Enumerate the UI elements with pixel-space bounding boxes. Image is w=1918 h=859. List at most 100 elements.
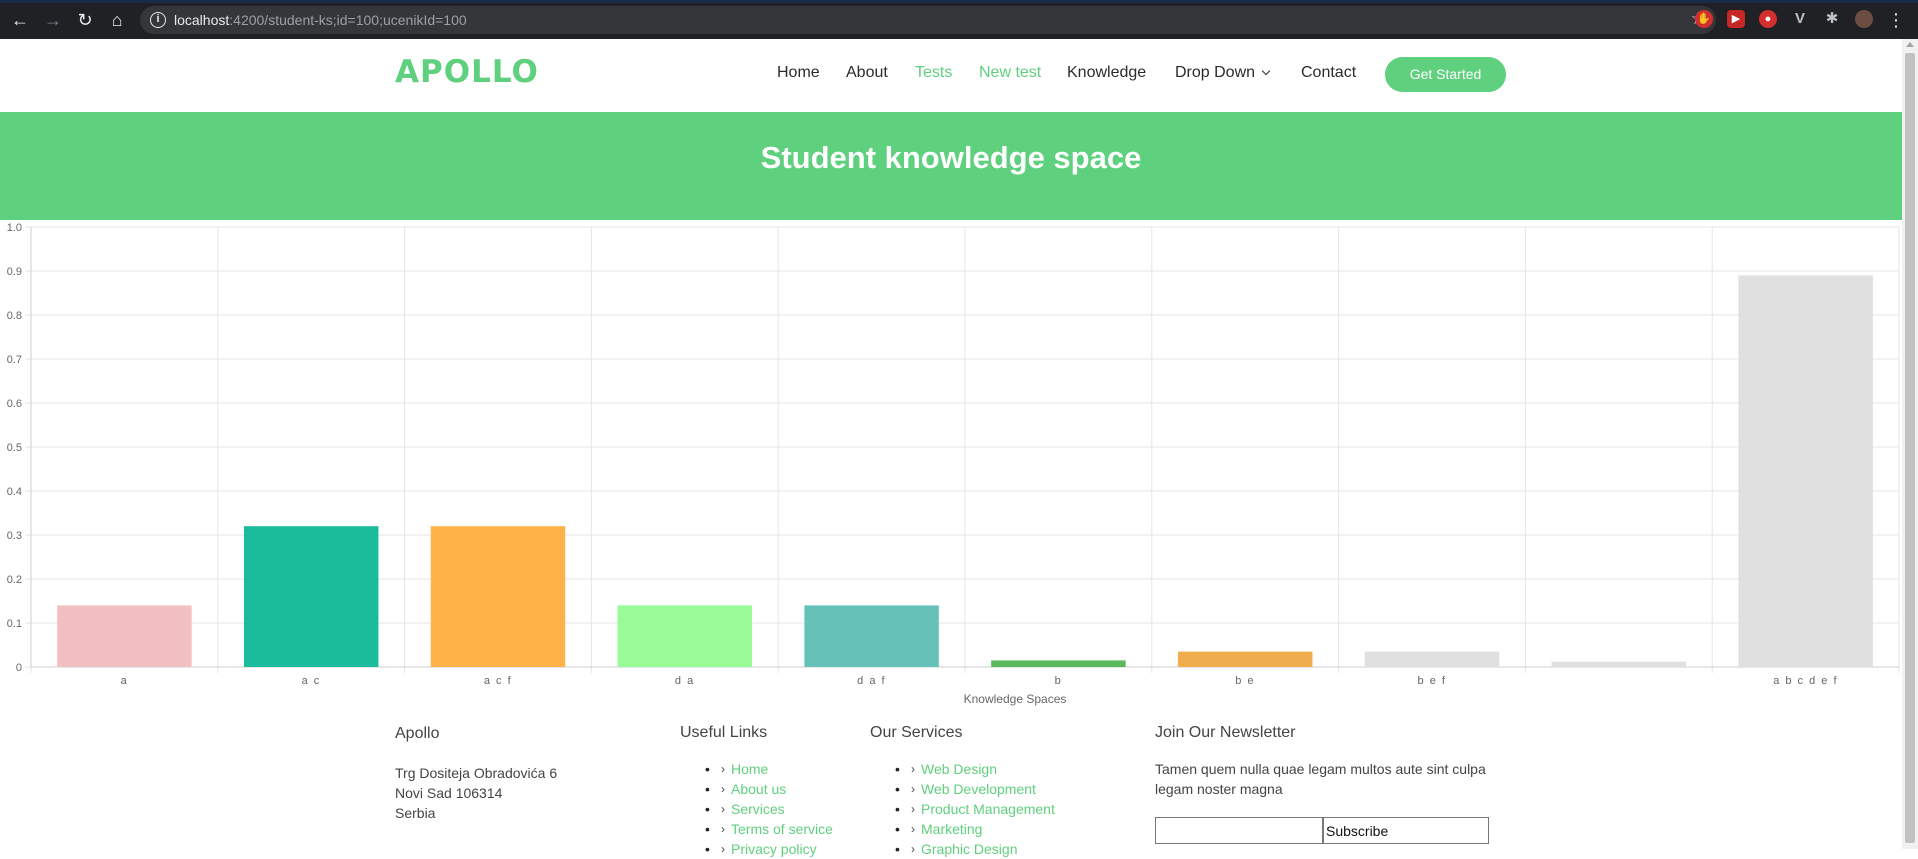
knowledge-space-chart: 0 0.1 0.2 0.3 0.4 0.5 0.6 0.7 0.8 0.9 1.0 a a c a c f…	[7, 222, 1900, 706]
scroll-up-arrow-icon[interactable]	[1906, 42, 1914, 47]
browser-toolbar: ← → ↻ ⌂ i localhost:4200/student-ks;id=1…	[0, 0, 1918, 39]
page-scrollbar[interactable]	[1902, 39, 1918, 849]
bar	[617, 605, 753, 667]
chevron-right-icon: ›	[721, 762, 725, 776]
list-item: › Web Development	[895, 779, 1055, 799]
back-icon[interactable]: ←	[9, 9, 31, 31]
link-web-design[interactable]: Web Design	[921, 761, 997, 777]
forward-icon[interactable]: →	[42, 9, 64, 31]
nav-new-test[interactable]: New test	[979, 64, 1041, 82]
chevron-right-icon: ›	[911, 822, 915, 836]
footer-services: Our Services › Web Design › Web Developmen…	[870, 724, 1055, 859]
x-tick-label: a c	[302, 675, 321, 687]
y-tick-label: 0	[16, 662, 22, 674]
y-tick-label: 1.0	[7, 222, 22, 234]
x-tick-label: a	[121, 675, 129, 687]
nav-home[interactable]: Home	[777, 64, 820, 82]
extension-video-icon[interactable]: ▶	[1727, 10, 1745, 28]
link-marketing[interactable]: Marketing	[921, 821, 982, 837]
url-text[interactable]: localhost:4200/student-ks;id=100;ucenikI…	[174, 12, 467, 28]
list-item: › About us	[705, 779, 833, 799]
footer-company: Apollo Trg Dositeja Obradovića 6 Novi Sa…	[395, 725, 557, 823]
footer-newsletter: Join Our Newsletter Tamen quem nulla qua…	[1155, 724, 1495, 844]
home-icon[interactable]: ⌂	[106, 9, 128, 31]
useful-links-list: › Home › About us › Services › Terms of serv…	[705, 759, 833, 859]
x-tick-label: d a f	[857, 675, 886, 687]
address-bar[interactable]: i localhost:4200/student-ks;id=100;uceni…	[140, 6, 1716, 34]
chevron-right-icon: ›	[911, 782, 915, 796]
profile-avatar[interactable]	[1855, 10, 1873, 28]
page-banner: Student knowledge space	[0, 112, 1902, 220]
services-title: Our Services	[870, 724, 963, 741]
extension-hand-icon[interactable]: ✋	[1695, 10, 1713, 28]
y-tick-label: 0.7	[7, 354, 22, 366]
address-line: Serbia	[395, 805, 436, 821]
y-tick-label: 0.6	[7, 398, 22, 410]
newsletter-title: Join Our Newsletter	[1155, 724, 1296, 741]
chevron-right-icon: ›	[721, 782, 725, 796]
x-tick-label: b e f	[1418, 675, 1447, 687]
nav-tests[interactable]: Tests	[915, 64, 952, 82]
link-privacy[interactable]: Privacy policy	[731, 841, 817, 857]
list-item: › Services	[705, 799, 833, 819]
bar	[1551, 661, 1687, 667]
link-graphic-design[interactable]: Graphic Design	[921, 841, 1018, 857]
bar	[57, 605, 192, 667]
bar	[1364, 651, 1500, 667]
nav-about[interactable]: About	[846, 64, 888, 82]
nav-knowledge[interactable]: Knowledge	[1067, 64, 1146, 82]
link-home[interactable]: Home	[731, 761, 768, 777]
subscribe-button[interactable]: Subscribe	[1323, 817, 1489, 844]
x-tick-label: d a	[675, 675, 695, 687]
newsletter-text: Tamen quem nulla quae legam multos aute …	[1155, 761, 1486, 797]
list-item: › Product Management	[895, 799, 1055, 819]
chevron-down-icon	[1261, 66, 1271, 76]
site-info-icon[interactable]: i	[150, 12, 166, 28]
reload-icon[interactable]: ↻	[74, 9, 96, 31]
x-tick-label: b	[1055, 675, 1063, 687]
list-item: › Graphic Design	[895, 839, 1055, 859]
menu-kebab-icon[interactable]: ⋮	[1885, 9, 1907, 31]
y-tick-label: 0.5	[7, 442, 22, 454]
newsletter-email-input[interactable]	[1155, 817, 1323, 844]
y-tick-label: 0.4	[7, 486, 22, 498]
bar	[1738, 275, 1873, 667]
link-web-development[interactable]: Web Development	[921, 781, 1036, 797]
logo[interactable]: APOLLO	[395, 54, 539, 90]
y-tick-label: 0.1	[7, 618, 22, 630]
x-tick-label: a b c d e f	[1773, 675, 1838, 687]
get-started-button[interactable]: Get Started	[1385, 57, 1506, 92]
chevron-right-icon: ›	[721, 842, 725, 856]
y-tick-label: 0.3	[7, 530, 22, 542]
link-terms[interactable]: Terms of service	[731, 821, 833, 837]
chevron-right-icon: ›	[721, 802, 725, 816]
footer-company-title: Apollo	[395, 725, 440, 742]
y-tick-label: 0.2	[7, 574, 22, 586]
footer: Apollo Trg Dositeja Obradovića 6 Novi Sa…	[0, 718, 1902, 859]
address-line: Trg Dositeja Obradovića 6	[395, 765, 558, 781]
chevron-right-icon: ›	[911, 842, 915, 856]
x-axis-title: Knowledge Spaces	[964, 692, 1067, 706]
extensions-puzzle-icon[interactable]: ✱	[1823, 10, 1841, 28]
scrollbar-thumb[interactable]	[1905, 53, 1915, 843]
extension-vue-icon[interactable]: V	[1791, 10, 1809, 28]
extension-lock-icon[interactable]: ●	[1759, 10, 1777, 28]
list-item: › Privacy policy	[705, 839, 833, 859]
address-line: Novi Sad 106314	[395, 785, 503, 801]
useful-links-title: Useful Links	[680, 724, 768, 741]
list-item: › Home	[705, 759, 833, 779]
list-item: › Marketing	[895, 819, 1055, 839]
footer-address: Trg Dositeja Obradovića 6 Novi Sad 10631…	[395, 763, 557, 823]
chevron-right-icon: ›	[721, 822, 725, 836]
services-list: › Web Design › Web Development › Product Ma…	[895, 759, 1055, 859]
link-about-us[interactable]: About us	[731, 781, 786, 797]
link-services[interactable]: Services	[731, 801, 785, 817]
page-title: Student knowledge space	[760, 140, 1142, 175]
bar	[1177, 651, 1313, 667]
nav-contact[interactable]: Contact	[1301, 64, 1356, 82]
nav-dropdown[interactable]: Drop Down	[1175, 64, 1271, 82]
nav-dropdown-label: Drop Down	[1175, 64, 1256, 81]
window-top-edge	[0, 0, 1918, 3]
list-item: › Terms of service	[705, 819, 833, 839]
link-product-management[interactable]: Product Management	[921, 801, 1055, 817]
